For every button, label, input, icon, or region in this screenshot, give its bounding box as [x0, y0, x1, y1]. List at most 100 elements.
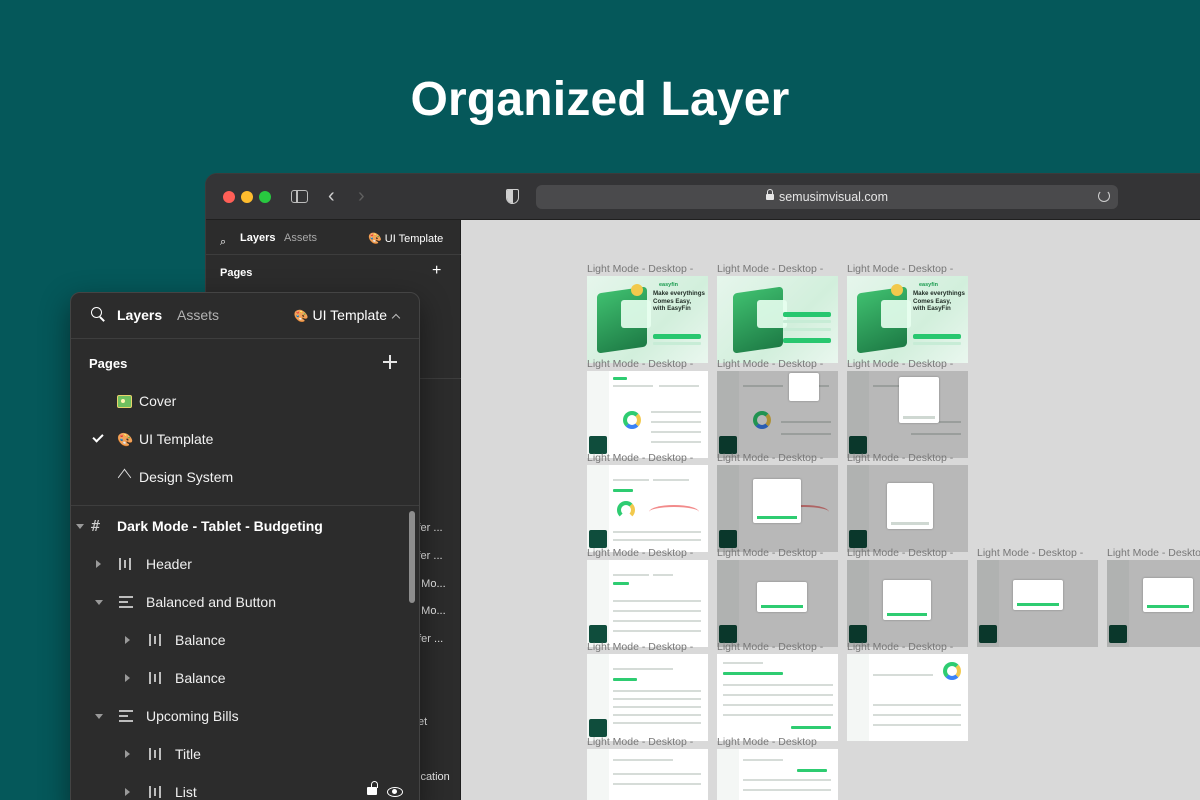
- eye-icon[interactable]: [387, 787, 403, 797]
- privacy-shield-icon[interactable]: [506, 189, 519, 204]
- frame-label[interactable]: Light Mode - Desktop -: [977, 547, 1083, 559]
- layer-row[interactable]: Header: [71, 545, 419, 583]
- page-item-ui-template[interactable]: 🎨 UI Template: [71, 421, 419, 457]
- maximize-window-button[interactable]: [259, 191, 271, 203]
- frame-thumbnail[interactable]: [587, 371, 708, 458]
- page-item-design-system[interactable]: Design System: [71, 459, 419, 495]
- add-page-icon[interactable]: [383, 355, 397, 369]
- caret-right-icon[interactable]: [125, 636, 130, 644]
- caret-down-icon[interactable]: [76, 524, 84, 529]
- frame-label[interactable]: Light Mode - Desktop -: [717, 547, 823, 559]
- frame-label[interactable]: Light Mode - Desktop -: [717, 452, 823, 464]
- bg-tab-assets[interactable]: Assets: [284, 232, 317, 244]
- back-arrow-icon[interactable]: ‹: [328, 186, 348, 207]
- frame-label[interactable]: Light Mode - Desktop -: [847, 263, 953, 275]
- layer-row[interactable]: Balance: [71, 621, 419, 659]
- frame-label[interactable]: Light Mode - Desktop -: [847, 547, 953, 559]
- bg-add-page-icon[interactable]: +: [432, 262, 441, 280]
- frame-label[interactable]: Light Mode - Deskto: [1107, 547, 1200, 559]
- thumbnail-brand: easyfin: [919, 282, 938, 288]
- frame-label[interactable]: Light Mode - Desktop -: [587, 736, 693, 748]
- tab-assets[interactable]: Assets: [177, 307, 219, 323]
- frame-label[interactable]: Light Mode - Desktop -: [847, 358, 953, 370]
- page-switcher[interactable]: 🎨 UI Template: [293, 307, 401, 323]
- frame-thumbnail[interactable]: [587, 654, 708, 741]
- palette-icon: 🎨: [117, 432, 134, 447]
- bg-page-switch[interactable]: 🎨 UI Template: [368, 232, 443, 245]
- forward-arrow-icon[interactable]: ›: [358, 186, 378, 207]
- vertical-autolayout-icon: [119, 596, 133, 608]
- page-item-label: Design System: [139, 469, 234, 485]
- bg-layer-row[interactable]: ication: [418, 771, 450, 783]
- frame-label[interactable]: Light Mode - Desktop -: [717, 358, 823, 370]
- frame-label[interactable]: Light Mode - Desktop -: [847, 641, 953, 653]
- palette-icon: 🎨: [293, 309, 309, 323]
- reload-icon[interactable]: [1098, 190, 1110, 202]
- minimize-window-button[interactable]: [241, 191, 253, 203]
- frame-label[interactable]: Light Mode - Desktop -: [847, 452, 953, 464]
- frame-thumbnail[interactable]: [717, 276, 838, 363]
- caret-right-icon[interactable]: [125, 674, 130, 682]
- frame-thumbnail[interactable]: [717, 465, 838, 552]
- bg-page-switch-label: UI Template: [384, 233, 444, 245]
- tab-layers[interactable]: Layers: [117, 307, 162, 323]
- page-item-cover[interactable]: Cover: [71, 383, 419, 419]
- layer-row[interactable]: Title: [71, 735, 419, 773]
- close-window-button[interactable]: [223, 191, 235, 203]
- frame-thumbnail[interactable]: [847, 560, 968, 647]
- frame-label[interactable]: Light Mode - Desktop -: [587, 263, 693, 275]
- address-url: semusimvisual.com: [778, 190, 889, 204]
- frame-thumbnail[interactable]: [717, 560, 838, 647]
- frame-label[interactable]: Light Mode - Desktop: [717, 736, 817, 748]
- bg-tab-layers[interactable]: Layers: [240, 232, 275, 244]
- frame-thumbnail[interactable]: [717, 371, 838, 458]
- layers-scrollbar[interactable]: [409, 511, 415, 603]
- frame-thumbnail[interactable]: [847, 465, 968, 552]
- layer-row[interactable]: List: [71, 773, 419, 800]
- caret-right-icon[interactable]: [96, 560, 101, 568]
- layer-label: List: [175, 784, 197, 800]
- frame-label[interactable]: Light Mode - Desktop -: [587, 452, 693, 464]
- frame-thumbnail[interactable]: easyfin Make everythings Comes Easy, wit…: [587, 276, 708, 363]
- frame-label[interactable]: Light Mode - Desktop -: [587, 641, 693, 653]
- design-system-icon: [117, 469, 133, 485]
- frame-thumbnail[interactable]: [847, 371, 968, 458]
- unlock-icon[interactable]: [367, 781, 378, 795]
- bg-search-icon[interactable]: ⌕: [220, 236, 226, 249]
- caret-down-icon[interactable]: [95, 714, 103, 719]
- frame-thumbnail[interactable]: [587, 749, 708, 800]
- frame-thumbnail[interactable]: [717, 654, 838, 741]
- horizontal-autolayout-icon: [149, 633, 162, 647]
- frame-label[interactable]: Light Mode - Desktop -: [587, 547, 693, 559]
- caret-down-icon[interactable]: [95, 600, 103, 605]
- search-icon[interactable]: [91, 307, 105, 322]
- frame-thumbnail[interactable]: easyfin Make everythings Comes Easy, wit…: [847, 276, 968, 363]
- layer-row[interactable]: Balanced and Button: [71, 583, 419, 621]
- layers-panel: Layers Assets 🎨 UI Template Pages Cover 🎨…: [70, 292, 420, 800]
- page-item-label: Cover: [139, 393, 177, 409]
- frame-thumbnail[interactable]: [587, 465, 708, 552]
- caret-right-icon[interactable]: [125, 750, 130, 758]
- layer-row-frame[interactable]: # Dark Mode - Tablet - Budgeting: [71, 507, 419, 545]
- frame-thumbnail[interactable]: [1107, 560, 1200, 647]
- frame-label[interactable]: Light Mode - Desktop -: [717, 263, 823, 275]
- frame-thumbnail[interactable]: [717, 749, 838, 800]
- frame-thumbnail[interactable]: [587, 560, 708, 647]
- layer-label: Dark Mode - Tablet - Budgeting: [117, 518, 323, 534]
- frame-thumbnail[interactable]: [977, 560, 1098, 647]
- frame-label[interactable]: Light Mode - Desktop -: [717, 641, 823, 653]
- panel-divider: [71, 505, 419, 506]
- layer-row[interactable]: Balance: [71, 659, 419, 697]
- frame-thumbnail[interactable]: [847, 654, 968, 741]
- sidebar-toggle-icon[interactable]: [290, 187, 310, 207]
- design-canvas[interactable]: Light Mode - Desktop - Light Mode - Desk…: [461, 220, 1200, 800]
- layer-label: Title: [175, 746, 201, 762]
- lock-icon: [765, 189, 774, 200]
- thumbnail-brand: easyfin: [659, 282, 678, 288]
- frame-label[interactable]: Light Mode - Desktop -: [587, 358, 693, 370]
- caret-right-icon[interactable]: [125, 788, 130, 796]
- address-bar[interactable]: semusimvisual.com: [536, 185, 1118, 209]
- page-headline: Organized Layer: [410, 73, 790, 126]
- layer-row[interactable]: Upcoming Bills: [71, 697, 419, 735]
- image-icon: [117, 395, 132, 408]
